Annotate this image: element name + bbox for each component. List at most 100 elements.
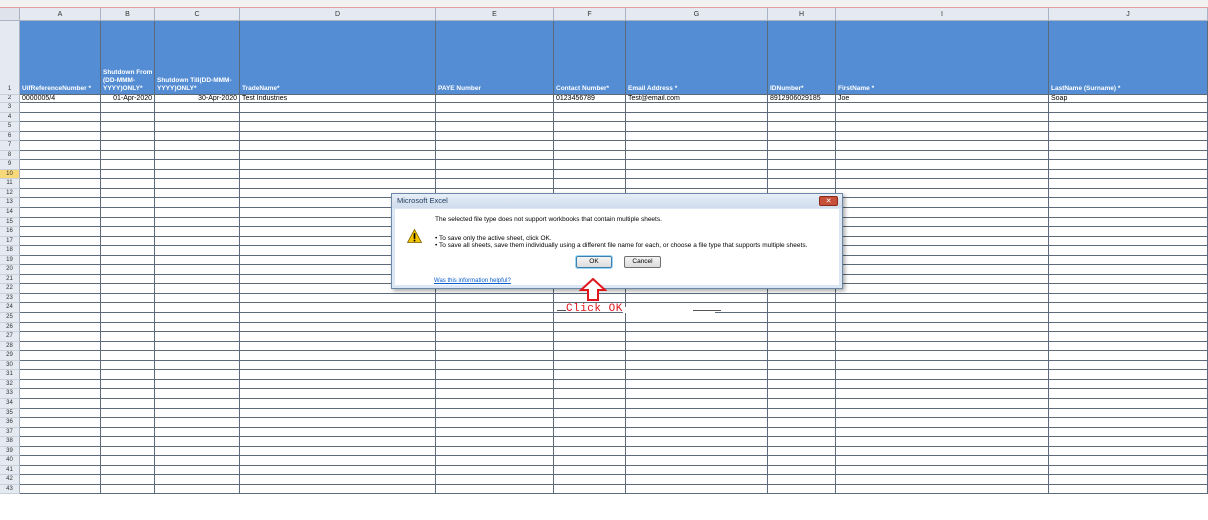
cell[interactable] — [626, 446, 768, 457]
cell-email-address[interactable]: Test@email.com — [626, 95, 768, 103]
cell[interactable] — [436, 351, 554, 361]
row-number[interactable]: 40 — [0, 456, 20, 466]
cell[interactable] — [836, 427, 1049, 438]
cell[interactable] — [626, 112, 768, 123]
cell[interactable] — [20, 437, 101, 447]
cell[interactable] — [240, 131, 436, 142]
row-number[interactable]: 11 — [0, 179, 20, 189]
cell[interactable] — [768, 122, 836, 132]
cell[interactable] — [20, 160, 101, 170]
cell[interactable] — [436, 341, 554, 352]
row-number[interactable]: 43 — [0, 484, 20, 495]
cell[interactable] — [768, 103, 836, 113]
cell[interactable] — [101, 408, 155, 419]
header-cell-email-address[interactable]: Email Address * — [626, 21, 768, 95]
cell[interactable] — [436, 475, 554, 485]
column-header-a[interactable]: A — [20, 8, 101, 21]
cell[interactable] — [554, 322, 626, 333]
cell[interactable] — [554, 179, 626, 189]
cell[interactable] — [240, 389, 436, 399]
cell[interactable] — [436, 131, 554, 142]
cell[interactable] — [20, 465, 101, 476]
column-header-b[interactable]: B — [101, 8, 155, 21]
cell[interactable] — [20, 284, 101, 294]
cell[interactable] — [155, 303, 240, 314]
cell[interactable] — [626, 475, 768, 485]
cell[interactable] — [554, 160, 626, 170]
cell[interactable] — [836, 456, 1049, 466]
cell[interactable] — [1049, 284, 1208, 294]
cell[interactable] — [436, 293, 554, 304]
cell[interactable] — [836, 103, 1049, 113]
cell[interactable] — [768, 437, 836, 447]
cell[interactable] — [155, 475, 240, 485]
row-number[interactable]: 34 — [0, 398, 20, 409]
column-header-d[interactable]: D — [240, 8, 436, 21]
cell[interactable] — [768, 456, 836, 466]
cell[interactable] — [1049, 446, 1208, 457]
cell[interactable] — [836, 150, 1049, 161]
cell[interactable] — [1049, 322, 1208, 333]
cell[interactable] — [1049, 150, 1208, 161]
cell[interactable] — [101, 389, 155, 399]
cell[interactable] — [155, 179, 240, 189]
cell[interactable] — [240, 332, 436, 342]
cell[interactable] — [836, 198, 1049, 209]
cell[interactable] — [836, 351, 1049, 361]
cell[interactable] — [101, 198, 155, 209]
cell[interactable] — [101, 179, 155, 189]
cell[interactable] — [836, 437, 1049, 447]
cell[interactable] — [836, 484, 1049, 495]
cell[interactable] — [554, 379, 626, 390]
cell[interactable] — [436, 103, 554, 113]
row-number[interactable]: 26 — [0, 322, 20, 333]
cell[interactable] — [155, 131, 240, 142]
cell[interactable] — [240, 427, 436, 438]
cell[interactable] — [436, 389, 554, 399]
cell[interactable] — [20, 427, 101, 438]
row-number[interactable]: 31 — [0, 370, 20, 380]
cell[interactable] — [20, 370, 101, 380]
row-number[interactable]: 33 — [0, 389, 20, 399]
cell[interactable] — [554, 437, 626, 447]
cell[interactable] — [155, 217, 240, 228]
cell[interactable] — [768, 427, 836, 438]
cell[interactable] — [20, 112, 101, 123]
cell[interactable] — [768, 293, 836, 304]
cell[interactable] — [240, 456, 436, 466]
header-cell-first-name[interactable]: FirstName * — [836, 21, 1049, 95]
cell[interactable] — [155, 313, 240, 323]
cell[interactable] — [240, 398, 436, 409]
cell[interactable] — [155, 465, 240, 476]
cell[interactable] — [768, 141, 836, 151]
cell[interactable] — [626, 370, 768, 380]
cell-trade-name[interactable]: Test Industries — [240, 95, 436, 103]
cell[interactable] — [101, 427, 155, 438]
cell[interactable] — [1049, 465, 1208, 476]
cell[interactable] — [1049, 437, 1208, 447]
cell[interactable] — [101, 255, 155, 266]
cell[interactable] — [101, 274, 155, 285]
cell[interactable] — [626, 122, 768, 132]
row-number[interactable]: 10 — [0, 169, 20, 180]
cell[interactable] — [1049, 341, 1208, 352]
row-number[interactable]: 37 — [0, 427, 20, 438]
cell[interactable] — [20, 217, 101, 228]
row-number[interactable]: 29 — [0, 351, 20, 361]
cell[interactable] — [20, 150, 101, 161]
cell[interactable] — [20, 418, 101, 428]
cell[interactable] — [836, 475, 1049, 485]
cell[interactable] — [20, 246, 101, 256]
cell[interactable] — [155, 427, 240, 438]
cell[interactable] — [20, 446, 101, 457]
cell[interactable] — [101, 141, 155, 151]
cell[interactable] — [240, 179, 436, 189]
cell-uif-reference[interactable]: 0000005/4 — [20, 95, 101, 103]
cell[interactable] — [554, 456, 626, 466]
cell[interactable] — [626, 141, 768, 151]
cell[interactable] — [101, 208, 155, 218]
cell[interactable] — [240, 341, 436, 352]
cell[interactable] — [1049, 255, 1208, 266]
cell[interactable] — [836, 122, 1049, 132]
cell[interactable] — [436, 398, 554, 409]
